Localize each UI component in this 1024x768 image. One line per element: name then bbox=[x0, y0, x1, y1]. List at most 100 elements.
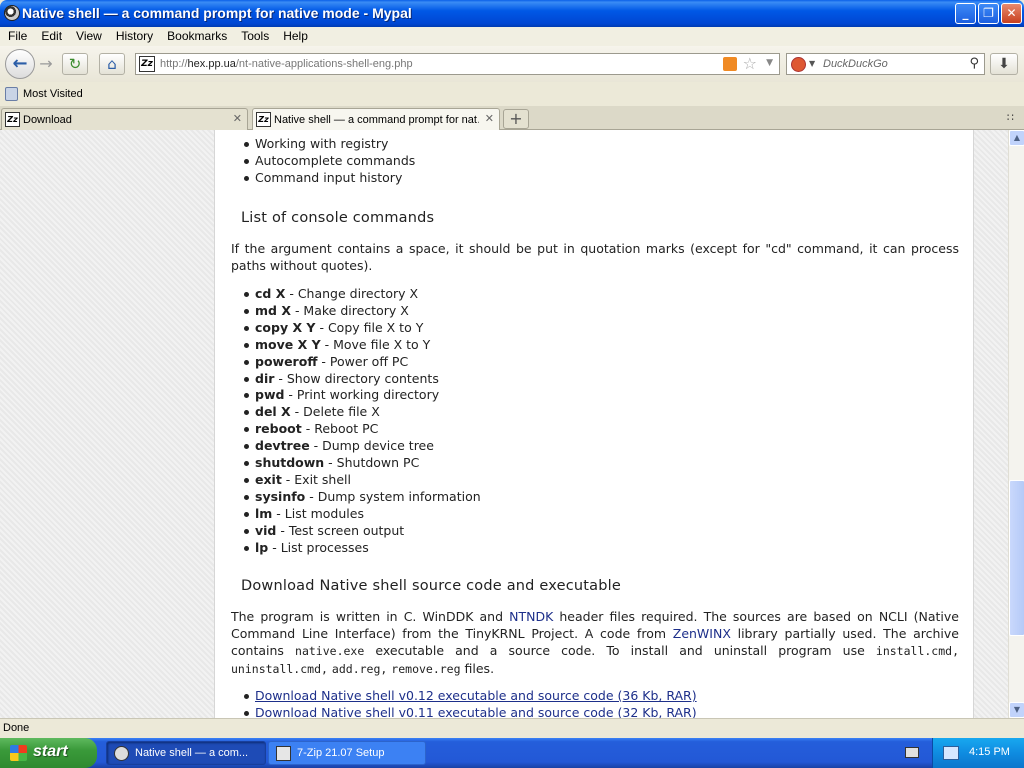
search-box[interactable]: ▼ DuckDuckGo ⚲ bbox=[786, 53, 985, 75]
page-viewport[interactable]: Working with registry Autocomplete comma… bbox=[0, 130, 1008, 718]
new-tab-button[interactable]: + bbox=[503, 109, 529, 129]
taskbar-item-label: Native shell — a com... bbox=[135, 747, 249, 759]
tab-native-shell[interactable]: Zz Native shell — a command prompt for n… bbox=[252, 108, 500, 131]
menu-tools[interactable]: Tools bbox=[233, 27, 275, 43]
command-description: - Shutdown PC bbox=[324, 455, 420, 471]
ntndk-link[interactable]: NTNDK bbox=[509, 609, 553, 624]
command-name: sysinfo bbox=[255, 488, 306, 504]
command-item: pwd - Print working directory bbox=[215, 387, 975, 404]
address-bar[interactable]: Zz http://hex.pp.ua/nt-native-applicatio… bbox=[135, 53, 780, 75]
taskbar-item-mypal[interactable]: Native shell — a com... bbox=[106, 741, 266, 765]
tab-label: Native shell — a command prompt for nat… bbox=[274, 114, 479, 126]
command-description: - Move file X to Y bbox=[320, 336, 431, 352]
menu-help[interactable]: Help bbox=[275, 27, 314, 43]
rss-feed-icon[interactable] bbox=[723, 57, 737, 71]
command-name: md X bbox=[255, 302, 291, 318]
list-item: Autocomplete commands bbox=[215, 153, 975, 170]
menu-edit[interactable]: Edit bbox=[33, 27, 68, 43]
start-button[interactable]: start bbox=[0, 738, 97, 768]
downloads-button[interactable]: ⬇ bbox=[990, 53, 1018, 75]
command-description: - Print working directory bbox=[284, 387, 440, 403]
tab-close-icon[interactable]: ✕ bbox=[233, 112, 242, 125]
command-name: shutdown bbox=[255, 455, 325, 471]
url-text[interactable]: http://hex.pp.ua/nt-native-applications-… bbox=[160, 58, 413, 70]
list-item: Download Native shell v0.12 executable a… bbox=[215, 688, 975, 705]
command-description: - Make directory X bbox=[290, 302, 409, 318]
system-tray: 4:15 PM bbox=[932, 738, 1024, 768]
command-name: poweroff bbox=[255, 353, 318, 369]
command-item: shutdown - Shutdown PC bbox=[215, 455, 975, 472]
search-icon[interactable]: ⚲ bbox=[969, 56, 979, 71]
command-name: move X Y bbox=[255, 336, 321, 352]
command-item: lp - List processes bbox=[215, 540, 975, 557]
home-button[interactable]: ⌂ bbox=[99, 53, 125, 75]
command-description: - Power off PC bbox=[317, 353, 409, 369]
command-description: - Test screen output bbox=[276, 522, 405, 538]
zenwinx-link[interactable]: ZenWINX bbox=[673, 626, 731, 641]
list-item: Working with registry bbox=[215, 136, 975, 153]
most-visited-bookmark[interactable]: Most Visited bbox=[23, 88, 83, 100]
url-dropdown-icon[interactable]: ▼ bbox=[766, 58, 773, 68]
taskbar-item-label: 7-Zip 21.07 Setup bbox=[297, 747, 385, 759]
list-item: Download Native shell v0.11 executable a… bbox=[215, 705, 975, 718]
command-description: - List modules bbox=[272, 505, 364, 521]
site-favicon-icon[interactable]: Zz bbox=[139, 56, 155, 72]
command-item: cd X - Change directory X bbox=[215, 286, 975, 303]
home-icon: ⌂ bbox=[107, 55, 117, 73]
status-bar: Done bbox=[0, 718, 1024, 738]
command-item: devtree - Dump device tree bbox=[215, 438, 975, 455]
command-item: md X - Make directory X bbox=[215, 303, 975, 320]
vertical-scrollbar[interactable]: ▲ ▼ bbox=[1008, 130, 1024, 718]
search-placeholder[interactable]: DuckDuckGo bbox=[823, 58, 888, 70]
tab-list-icon[interactable]: ∷ bbox=[1007, 111, 1014, 124]
title-bar[interactable]: Native shell — a command prompt for nati… bbox=[0, 0, 1024, 27]
7zip-setup-icon bbox=[276, 746, 291, 761]
command-item: copy X Y - Copy file X to Y bbox=[215, 320, 975, 337]
back-button[interactable]: ← bbox=[5, 49, 35, 79]
bookmarks-toolbar: Most Visited bbox=[0, 82, 1024, 106]
search-engine-dropdown-icon[interactable]: ▼ bbox=[809, 59, 815, 68]
minimize-button[interactable]: _ bbox=[955, 3, 976, 24]
download-v012-link[interactable]: Download Native shell v0.12 executable a… bbox=[255, 688, 697, 703]
tab-favicon-icon: Zz bbox=[5, 112, 20, 127]
navigation-toolbar: ← → ↻ ⌂ Zz http://hex.pp.ua/nt-native-ap… bbox=[0, 46, 1024, 82]
menu-bar: File Edit View History Bookmarks Tools Help bbox=[0, 27, 1024, 46]
command-name: lm bbox=[255, 505, 273, 521]
download-v011-link[interactable]: Download Native shell v0.11 executable a… bbox=[255, 705, 697, 718]
menu-bookmarks[interactable]: Bookmarks bbox=[159, 27, 233, 43]
forward-button[interactable]: → bbox=[35, 54, 57, 74]
taskbar: start Native shell — a com... 7-Zip 21.0… bbox=[0, 738, 1024, 768]
scroll-down-icon[interactable]: ▼ bbox=[1009, 702, 1024, 718]
bookmark-star-icon[interactable]: ☆ bbox=[743, 54, 757, 73]
reload-button[interactable]: ↻ bbox=[62, 53, 88, 75]
menu-history[interactable]: History bbox=[108, 27, 159, 43]
command-item: poweroff - Power off PC bbox=[215, 354, 975, 371]
command-name: pwd bbox=[255, 387, 285, 403]
section-heading: List of console commands bbox=[241, 210, 435, 226]
most-visited-icon bbox=[5, 87, 18, 101]
menu-view[interactable]: View bbox=[68, 27, 108, 43]
command-item: vid - Test screen output bbox=[215, 523, 975, 540]
maximize-button[interactable]: ❐ bbox=[978, 3, 999, 24]
command-description: - Exit shell bbox=[281, 471, 351, 487]
page-content: Working with registry Autocomplete comma… bbox=[214, 130, 974, 718]
scrollbar-thumb[interactable] bbox=[1009, 480, 1024, 636]
mypal-app-icon[interactable] bbox=[4, 5, 20, 21]
tab-favicon-icon: Zz bbox=[256, 112, 271, 127]
taskbar-item-7zip[interactable]: 7-Zip 21.07 Setup bbox=[268, 741, 426, 765]
tab-download[interactable]: Zz Download ✕ bbox=[1, 108, 248, 130]
command-name: del X bbox=[255, 404, 291, 420]
menu-file[interactable]: File bbox=[0, 27, 33, 43]
tab-close-icon[interactable]: ✕ bbox=[485, 112, 494, 125]
network-icon[interactable] bbox=[943, 746, 959, 760]
close-button[interactable]: ✕ bbox=[1001, 3, 1022, 24]
command-item: move X Y - Move file X to Y bbox=[215, 337, 975, 354]
duckduckgo-icon[interactable] bbox=[791, 57, 806, 72]
section-heading: Download Native shell source code and ex… bbox=[241, 578, 622, 594]
clock[interactable]: 4:15 PM bbox=[969, 746, 1010, 758]
scroll-up-icon[interactable]: ▲ bbox=[1009, 130, 1024, 146]
start-label: start bbox=[33, 743, 68, 760]
keyboard-language-icon[interactable] bbox=[905, 747, 919, 758]
downloads-list: Download Native shell v0.12 executable a… bbox=[215, 688, 975, 718]
command-item: del X - Delete file X bbox=[215, 404, 975, 421]
